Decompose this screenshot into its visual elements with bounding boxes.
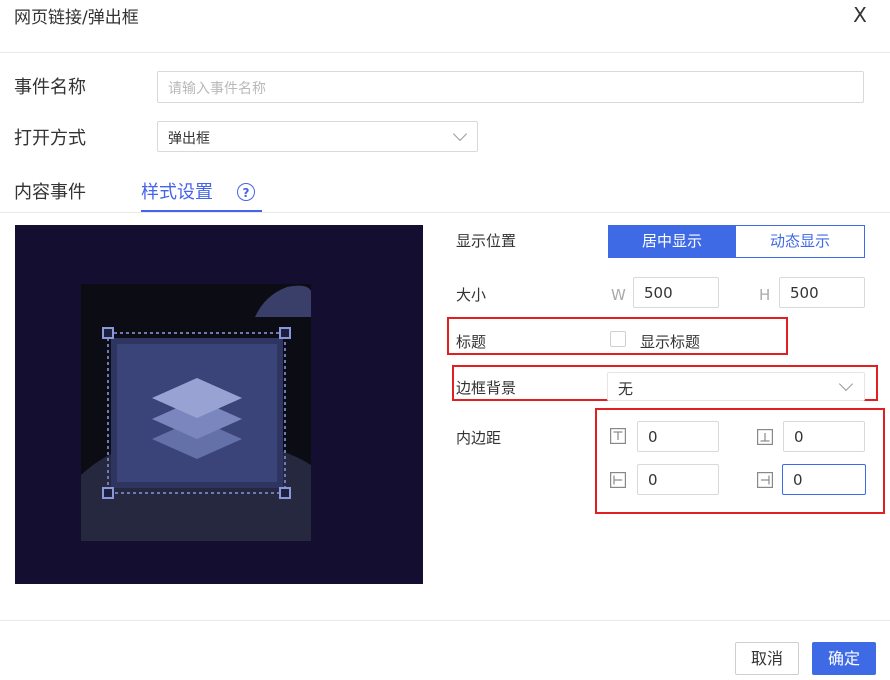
padding-top-input[interactable]: 0	[637, 421, 719, 452]
confirm-button[interactable]: 确定	[812, 642, 876, 675]
event-name-placeholder: 请输入事件名称	[168, 81, 266, 97]
header-divider	[0, 52, 890, 53]
padding-top-value: 0	[648, 428, 658, 446]
tab-content-event[interactable]: 内容事件	[14, 178, 86, 204]
cancel-button[interactable]: 取消	[735, 642, 799, 675]
show-title-label: 显示标题	[640, 333, 701, 351]
padding-left-value: 0	[648, 471, 658, 489]
preview-image	[15, 225, 423, 584]
chevron-down-icon	[838, 376, 854, 392]
display-position-label: 显示位置	[456, 232, 517, 250]
height-value: 500	[790, 284, 819, 302]
width-input[interactable]: 500	[633, 277, 719, 308]
padding-left-input[interactable]: 0	[637, 464, 719, 495]
padding-label: 内边距	[456, 429, 502, 447]
event-name-label: 事件名称	[14, 77, 86, 98]
border-bg-select[interactable]: 无	[607, 372, 865, 401]
close-button[interactable]: X	[846, 0, 874, 30]
border-bg-value: 无	[618, 380, 634, 398]
chevron-down-icon	[452, 126, 468, 142]
height-input[interactable]: 500	[779, 277, 865, 308]
footer-divider	[0, 620, 890, 621]
dynamic-display-button[interactable]: 动态显示	[735, 225, 865, 258]
event-name-input[interactable]: 请输入事件名称	[157, 71, 864, 103]
center-display-button[interactable]: 居中显示	[608, 225, 736, 258]
help-icon[interactable]: ?	[237, 183, 255, 201]
tab-style-settings[interactable]: 样式设置	[141, 178, 213, 204]
tabs-divider	[0, 212, 890, 213]
padding-right-value: 0	[793, 471, 803, 489]
padding-bottom-icon	[757, 429, 773, 445]
padding-right-input[interactable]: 0	[782, 464, 866, 495]
dialog-title: 网页链接/弹出框	[14, 8, 139, 28]
height-unit: H	[759, 286, 771, 304]
padding-left-icon	[610, 472, 626, 488]
width-unit: W	[611, 286, 626, 304]
title-label: 标题	[456, 333, 487, 351]
padding-top-icon	[610, 428, 626, 444]
border-bg-label: 边框背景	[456, 379, 517, 397]
popup-preview-illustration	[81, 284, 311, 541]
open-mode-select[interactable]: 弹出框	[157, 121, 478, 152]
padding-bottom-value: 0	[794, 428, 804, 446]
show-title-checkbox[interactable]	[610, 331, 626, 347]
size-label: 大小	[456, 286, 487, 304]
width-value: 500	[644, 284, 673, 302]
padding-bottom-input[interactable]: 0	[783, 421, 865, 452]
open-mode-label: 打开方式	[14, 128, 86, 149]
open-mode-value: 弹出框	[168, 131, 210, 147]
padding-right-icon	[757, 472, 773, 488]
